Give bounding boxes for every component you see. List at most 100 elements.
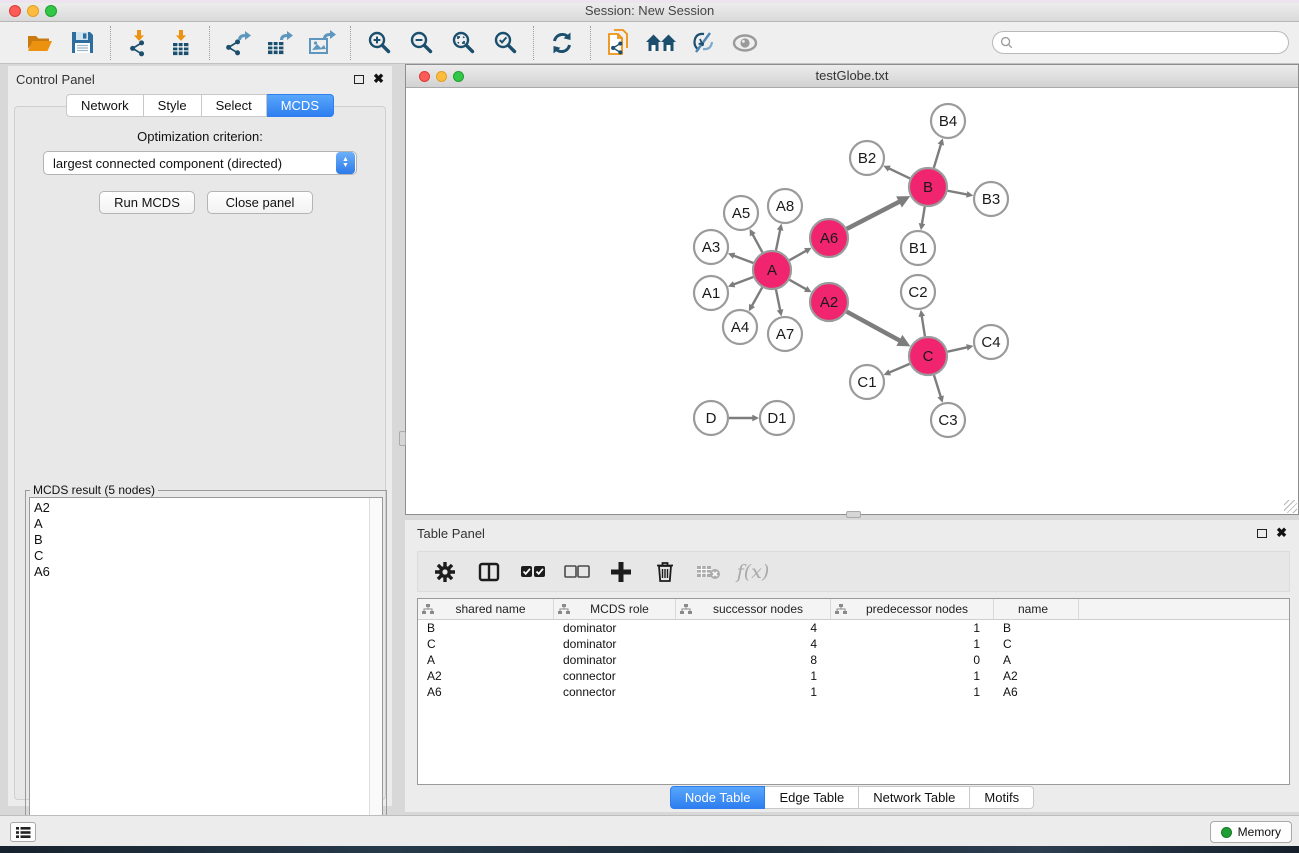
edge-A-A6[interactable] [789, 250, 807, 260]
zoom-out-icon[interactable] [404, 27, 438, 59]
open-session-icon[interactable] [23, 27, 57, 59]
column-header-MCDS-role[interactable]: MCDS role [554, 599, 676, 619]
delete-column-icon[interactable] [650, 557, 680, 587]
tab-style[interactable]: Style [144, 94, 202, 117]
zoom-window-button[interactable] [45, 5, 57, 17]
refresh-layout-icon[interactable] [545, 27, 579, 59]
cell[interactable]: connector [554, 685, 676, 699]
cell[interactable]: 1 [831, 669, 994, 683]
cell[interactable]: 1 [676, 669, 831, 683]
node-A4[interactable]: A4 [723, 310, 757, 344]
node-C2[interactable]: C2 [901, 275, 935, 309]
table-row[interactable]: Cdominator41C [418, 636, 1289, 652]
edge-A2-C[interactable] [847, 312, 901, 342]
edge-B-B1[interactable] [922, 207, 925, 225]
import-table-icon[interactable] [164, 27, 198, 59]
cell[interactable]: C [418, 637, 554, 651]
splitpane-grip-horizontal[interactable] [846, 511, 861, 518]
table-row[interactable]: Bdominator41B [418, 620, 1289, 636]
float-panel-icon[interactable] [354, 75, 364, 84]
column-header-successor-nodes[interactable]: successor nodes [676, 599, 831, 619]
cell[interactable]: A2 [994, 669, 1079, 683]
export-network-icon[interactable] [221, 27, 255, 59]
memory-button[interactable]: Memory [1210, 821, 1292, 843]
cell[interactable]: dominator [554, 621, 676, 635]
cell[interactable]: A6 [418, 685, 554, 699]
deselect-all-columns-icon[interactable] [562, 557, 592, 587]
zoom-fit-icon[interactable] [446, 27, 480, 59]
edge-A-A4[interactable] [751, 287, 762, 306]
close-panel-button[interactable]: Close panel [207, 191, 313, 214]
result-item[interactable]: A6 [34, 564, 365, 580]
minimize-window-button[interactable] [27, 5, 39, 17]
result-item[interactable]: C [34, 548, 365, 564]
import-network-icon[interactable] [122, 27, 156, 59]
network-from-selection-icon[interactable] [602, 27, 636, 59]
column-header-name[interactable]: name [994, 599, 1079, 619]
edge-C-C4[interactable] [948, 347, 969, 352]
node-B[interactable]: B [909, 168, 947, 206]
table-row[interactable]: A6connector11A6 [418, 684, 1289, 700]
close-panel-icon[interactable]: ✖ [373, 74, 384, 84]
network-graph[interactable]: B4B2BB3A8A5A6A3B1AA1C2A2A4A7C4CC1DD1C3 [406, 89, 1298, 514]
show-graphics-details-icon[interactable] [728, 27, 762, 59]
tab-network-table[interactable]: Network Table [859, 786, 970, 809]
edge-A-A5[interactable] [752, 233, 762, 252]
toggle-column-view-icon[interactable] [474, 557, 504, 587]
cell[interactable]: 4 [676, 637, 831, 651]
edge-B-B2[interactable] [888, 168, 910, 178]
close-view-button[interactable] [419, 71, 430, 82]
settings-icon[interactable] [430, 557, 460, 587]
network-window-titlebar[interactable]: testGlobe.txt [406, 65, 1298, 88]
cell[interactable]: 4 [676, 621, 831, 635]
edge-A-A1[interactable] [733, 277, 754, 285]
node-C3[interactable]: C3 [931, 403, 965, 437]
float-table-panel-icon[interactable] [1257, 529, 1267, 538]
export-image-icon[interactable] [305, 27, 339, 59]
node-A5[interactable]: A5 [724, 196, 758, 230]
tab-edge-table[interactable]: Edge Table [765, 786, 859, 809]
edge-A-A7[interactable] [776, 290, 780, 312]
edge-A6-B[interactable] [847, 201, 901, 229]
node-A7[interactable]: A7 [768, 317, 802, 351]
cell[interactable]: A6 [994, 685, 1079, 699]
node-D[interactable]: D [694, 401, 728, 435]
edge-C-C3[interactable] [934, 375, 941, 398]
node-D1[interactable]: D1 [760, 401, 794, 435]
column-header-shared-name[interactable]: shared name [418, 599, 554, 619]
resize-grip-icon[interactable] [1284, 500, 1297, 513]
node-A1[interactable]: A1 [694, 276, 728, 310]
export-table-icon[interactable] [263, 27, 297, 59]
edge-A-A3[interactable] [733, 255, 754, 263]
cell[interactable]: 1 [831, 637, 994, 651]
cell[interactable]: 8 [676, 653, 831, 667]
node-C4[interactable]: C4 [974, 325, 1008, 359]
zoom-in-icon[interactable] [362, 27, 396, 59]
edge-A-A8[interactable] [776, 229, 780, 251]
cell[interactable]: connector [554, 669, 676, 683]
home-icon[interactable] [644, 27, 678, 59]
tab-motifs[interactable]: Motifs [970, 786, 1034, 809]
edge-A-A2[interactable] [789, 280, 807, 290]
zoom-selected-icon[interactable] [488, 27, 522, 59]
minimize-view-button[interactable] [436, 71, 447, 82]
column-header-predecessor-nodes[interactable]: predecessor nodes [831, 599, 994, 619]
edge-C-C2[interactable] [922, 315, 925, 336]
select-all-columns-icon[interactable] [518, 557, 548, 587]
result-item[interactable]: A [34, 516, 365, 532]
cell[interactable]: A2 [418, 669, 554, 683]
cell[interactable]: B [994, 621, 1079, 635]
network-canvas[interactable]: B4B2BB3A8A5A6A3B1AA1C2A2A4A7C4CC1DD1C3 [406, 89, 1298, 514]
node-A6[interactable]: A6 [810, 219, 848, 257]
cell[interactable]: C [994, 637, 1079, 651]
node-C[interactable]: C [909, 337, 947, 375]
cell[interactable]: B [418, 621, 554, 635]
tab-select[interactable]: Select [202, 94, 267, 117]
edge-B-B3[interactable] [948, 191, 969, 195]
node-B1[interactable]: B1 [901, 231, 935, 265]
node-A[interactable]: A [753, 251, 791, 289]
close-window-button[interactable] [9, 5, 21, 17]
node-A8[interactable]: A8 [768, 189, 802, 223]
node-B2[interactable]: B2 [850, 141, 884, 175]
cell[interactable]: dominator [554, 653, 676, 667]
